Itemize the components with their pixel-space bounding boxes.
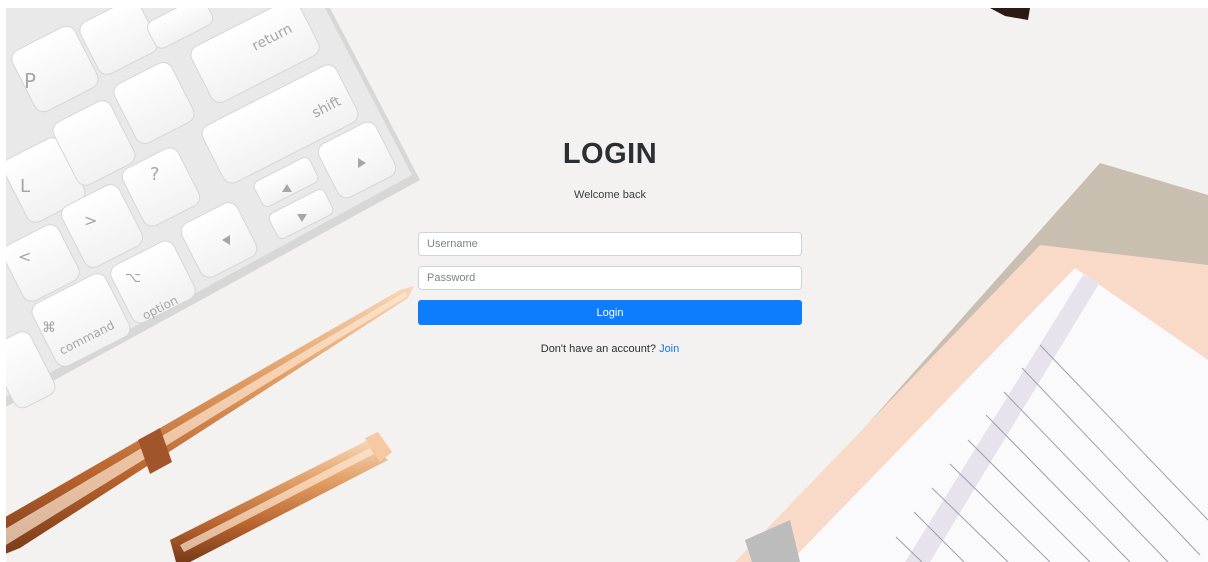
welcome-subtitle: Welcome back [574, 189, 646, 201]
page-title: LOGIN [562, 138, 658, 170]
command-symbol-icon: ⌘ [42, 320, 56, 336]
username-input[interactable] [418, 232, 802, 256]
signup-prompt: Don't have an account? Join [418, 343, 802, 355]
key-gt-label: > [84, 211, 97, 230]
join-link[interactable]: Join [659, 343, 679, 355]
key-p-label: P [24, 69, 36, 93]
signup-prompt-text: Don't have an account? [540, 343, 656, 355]
key-question-label: ? [150, 164, 160, 185]
login-button[interactable]: Login [418, 300, 802, 325]
key-lt-label: < [18, 247, 31, 266]
key-l-label: L [20, 176, 30, 197]
option-symbol-icon: ⌥ [125, 270, 141, 286]
password-input[interactable] [418, 266, 802, 290]
